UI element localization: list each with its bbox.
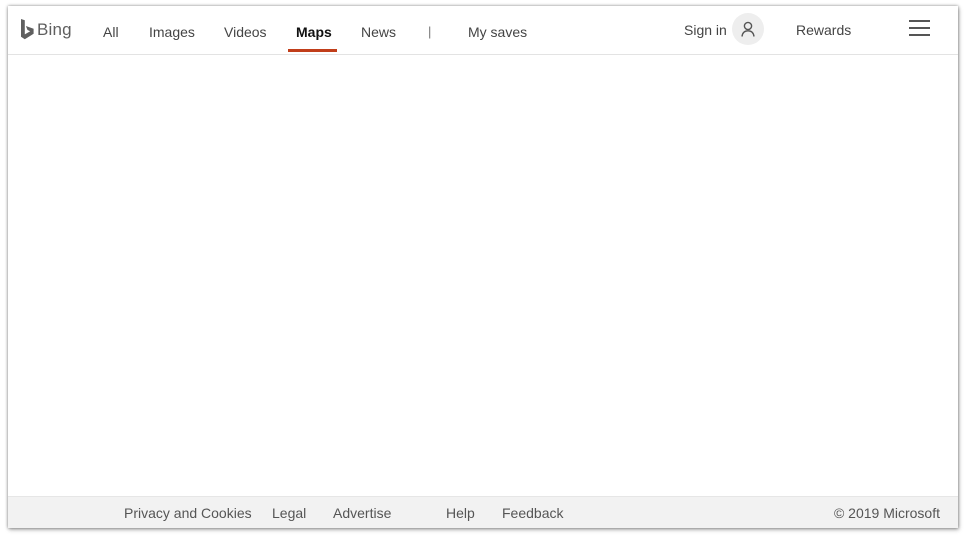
footer: Privacy and Cookies Legal Advertise Help… <box>8 496 958 528</box>
top-header: Bing All Images Videos Maps News | My sa… <box>8 6 958 55</box>
user-icon <box>741 21 755 37</box>
tab-maps[interactable]: Maps <box>296 24 332 40</box>
avatar[interactable] <box>732 13 764 45</box>
footer-link-help[interactable]: Help <box>446 505 475 521</box>
copyright-text: © 2019 Microsoft <box>833 505 940 521</box>
active-tab-indicator <box>288 49 337 52</box>
tab-all[interactable]: All <box>103 24 119 40</box>
rewards-link[interactable]: Rewards <box>796 22 851 38</box>
bing-logo[interactable]: Bing <box>20 18 72 42</box>
footer-link-feedback[interactable]: Feedback <box>502 505 563 521</box>
browser-page: Bing All Images Videos Maps News | My sa… <box>8 6 958 528</box>
tab-news[interactable]: News <box>361 24 396 40</box>
tab-my-saves[interactable]: My saves <box>468 24 527 40</box>
hamburger-menu-icon[interactable] <box>909 19 931 37</box>
tab-videos[interactable]: Videos <box>224 24 267 40</box>
nav-separator: | <box>428 24 432 39</box>
footer-link-privacy[interactable]: Privacy and Cookies <box>124 505 252 521</box>
bing-logo-icon <box>21 19 34 40</box>
logo-text: Bing <box>37 20 72 39</box>
footer-link-advertise[interactable]: Advertise <box>333 505 391 521</box>
sign-in-link[interactable]: Sign in <box>684 22 727 38</box>
footer-link-legal[interactable]: Legal <box>272 505 306 521</box>
main-content <box>8 55 958 496</box>
tab-images[interactable]: Images <box>149 24 195 40</box>
